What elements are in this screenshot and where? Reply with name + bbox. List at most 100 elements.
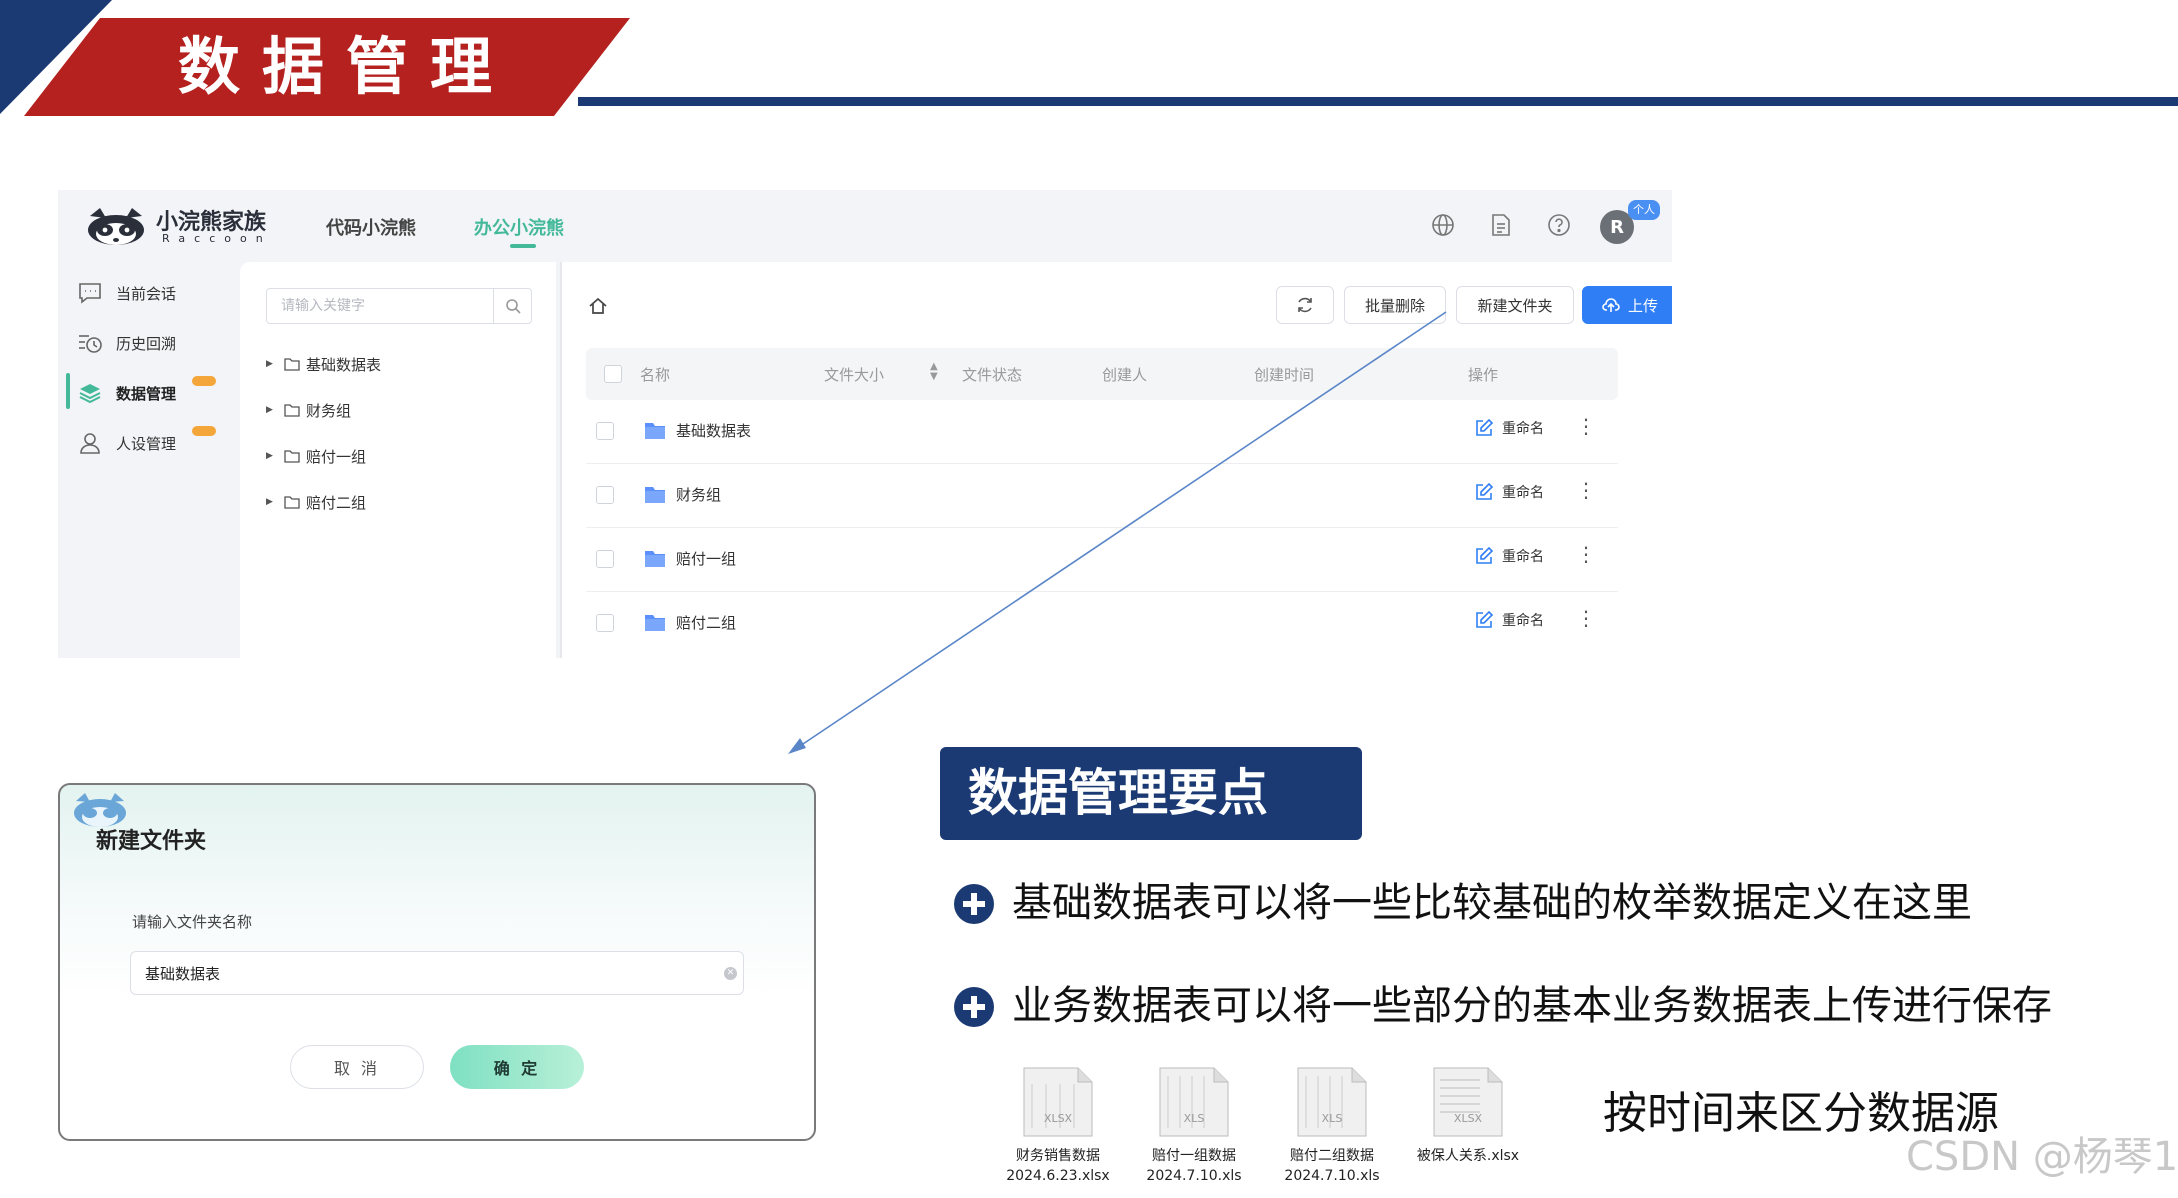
file-ext-label: XLS bbox=[1184, 1112, 1205, 1125]
file-name[interactable]: 基础数据表 bbox=[676, 420, 751, 441]
file-name[interactable]: 赔付一组 bbox=[676, 548, 736, 569]
edit-icon bbox=[1476, 546, 1494, 564]
row-checkbox[interactable] bbox=[596, 422, 614, 440]
confirm-button[interactable]: 确 定 bbox=[450, 1045, 584, 1089]
rename-button[interactable]: 重命名 bbox=[1474, 482, 1544, 502]
layers-icon bbox=[76, 379, 104, 407]
batch-delete-button[interactable]: 批量删除 bbox=[1344, 286, 1446, 324]
rename-label: 重命名 bbox=[1502, 613, 1544, 629]
table-row[interactable]: 财务组 重命名 ⋮ bbox=[586, 464, 1618, 528]
rename-label: 重命名 bbox=[1502, 549, 1544, 565]
file-list-panel: 批量删除 新建文件夹 上传 名称 文件大小 ▲ ▼ 文件状态 创建人 创建时间 操… bbox=[562, 262, 1672, 658]
new-folder-button[interactable]: 新建文件夹 bbox=[1456, 286, 1574, 324]
table-row[interactable]: 赔付一组 重命名 ⋮ bbox=[586, 528, 1618, 592]
rename-label: 重命名 bbox=[1502, 485, 1544, 501]
watermark: CSDN @杨琴1 bbox=[1906, 1134, 2178, 1180]
bullet-text: 基础数据表可以将一些比较基础的枚举数据定义在这里 bbox=[1012, 880, 1972, 926]
home-icon[interactable] bbox=[588, 296, 608, 316]
folder-outline-icon bbox=[284, 358, 300, 371]
plus-circle-icon bbox=[954, 884, 994, 924]
app-topbar: 小浣熊家族 Raccoon 代码小浣熊 办公小浣熊 R 个人 bbox=[58, 190, 1672, 262]
caret-right-icon: ▶ bbox=[266, 451, 273, 461]
new-badge bbox=[192, 426, 216, 436]
file-caption: 被保人关系.xlsx bbox=[1388, 1146, 1548, 1166]
folder-icon bbox=[645, 615, 665, 631]
upload-button[interactable]: 上传 bbox=[1582, 286, 1672, 324]
edit-icon bbox=[1476, 482, 1494, 500]
tree-item-label: 财务组 bbox=[306, 401, 352, 420]
tree-item[interactable]: ▶ 财务组 bbox=[266, 398, 351, 422]
file-ext-label: XLS bbox=[1322, 1112, 1343, 1125]
refresh-icon bbox=[1298, 297, 1312, 313]
tab-office-raccoon[interactable]: 办公小浣熊 bbox=[474, 214, 564, 240]
folder-outline-icon bbox=[284, 496, 300, 509]
file-name[interactable]: 赔付二组 bbox=[676, 612, 736, 633]
caret-right-icon: ▶ bbox=[266, 359, 273, 369]
tree-item[interactable]: ▶ 基础数据表 bbox=[266, 352, 381, 376]
column-header: 操作 bbox=[1468, 366, 1499, 384]
new-folder-dialog: 新建文件夹 请输入文件夹名称 ✕ 取 消 确 定 bbox=[58, 783, 816, 1141]
globe-icon[interactable] bbox=[1430, 212, 1456, 238]
sidebar-item-label: 数据管理 bbox=[116, 384, 177, 403]
caret-right-icon: ▶ bbox=[266, 497, 273, 507]
edit-icon bbox=[1476, 418, 1494, 436]
sidebar-item-label: 历史回溯 bbox=[116, 334, 177, 353]
folder-outline-icon bbox=[284, 404, 300, 417]
sort-icon[interactable]: ▲ ▼ bbox=[930, 362, 938, 382]
excel-file-icon: XLS bbox=[1159, 1067, 1229, 1137]
file-ext-label: XLSX bbox=[1044, 1112, 1073, 1125]
table-header: 名称 文件大小 ▲ ▼ 文件状态 创建人 创建时间 操作 bbox=[586, 348, 1618, 400]
help-icon[interactable] bbox=[1546, 212, 1572, 238]
active-tab-indicator bbox=[510, 244, 536, 248]
table-row[interactable]: 基础数据表 重命名 ⋮ bbox=[586, 400, 1618, 464]
app-screenshot: 小浣熊家族 Raccoon 代码小浣熊 办公小浣熊 R 个人 当前会话 历史回溯… bbox=[58, 190, 1672, 658]
new-badge bbox=[192, 376, 216, 386]
file-caption-file: 2024.7.10.xls bbox=[1284, 1168, 1380, 1184]
search-input[interactable] bbox=[267, 289, 493, 323]
file-name[interactable]: 财务组 bbox=[676, 484, 721, 505]
tree-item[interactable]: ▶ 赔付一组 bbox=[266, 444, 366, 468]
column-header: 文件状态 bbox=[962, 366, 1023, 384]
upload-label: 上传 bbox=[1627, 296, 1658, 315]
table-row[interactable]: 赔付二组 重命名 ⋮ bbox=[586, 592, 1618, 656]
sidebar-item-current-session[interactable]: 当前会话 bbox=[76, 276, 236, 310]
chat-icon bbox=[76, 279, 104, 307]
more-vertical-icon[interactable]: ⋮ bbox=[1576, 480, 1596, 500]
rename-label: 重命名 bbox=[1502, 421, 1544, 437]
refresh-button[interactable] bbox=[1276, 286, 1334, 324]
tree-item[interactable]: ▶ 赔付二组 bbox=[266, 490, 366, 514]
cancel-button[interactable]: 取 消 bbox=[290, 1045, 424, 1089]
column-header: 创建时间 bbox=[1254, 366, 1315, 384]
row-checkbox[interactable] bbox=[596, 614, 614, 632]
folder-outline-icon bbox=[284, 450, 300, 463]
search-icon bbox=[505, 299, 521, 314]
row-checkbox[interactable] bbox=[596, 550, 614, 568]
rename-button[interactable]: 重命名 bbox=[1474, 418, 1544, 438]
select-all-checkbox[interactable] bbox=[604, 365, 622, 383]
tree-item-label: 基础数据表 bbox=[306, 355, 382, 374]
more-vertical-icon[interactable]: ⋮ bbox=[1576, 608, 1596, 628]
clear-input-icon[interactable]: ✕ bbox=[724, 967, 737, 980]
more-vertical-icon[interactable]: ⋮ bbox=[1576, 544, 1596, 564]
edit-icon bbox=[1476, 610, 1494, 628]
rename-button[interactable]: 重命名 bbox=[1474, 546, 1544, 566]
brand-subtitle: Raccoon bbox=[162, 232, 272, 245]
column-header: 创建人 bbox=[1102, 366, 1148, 384]
tab-code-raccoon[interactable]: 代码小浣熊 bbox=[326, 214, 416, 240]
sidebar-item-history[interactable]: 历史回溯 bbox=[76, 326, 236, 360]
rename-button[interactable]: 重命名 bbox=[1474, 610, 1544, 630]
raccoon-logo-icon bbox=[88, 208, 144, 245]
dialog-title: 新建文件夹 bbox=[96, 829, 207, 854]
more-vertical-icon[interactable]: ⋮ bbox=[1576, 416, 1596, 436]
excel-file-icon: XLSX bbox=[1433, 1067, 1503, 1137]
column-header: 名称 bbox=[640, 366, 671, 384]
folder-name-input[interactable] bbox=[130, 951, 744, 995]
cloud-upload-icon bbox=[1602, 298, 1620, 312]
document-icon[interactable] bbox=[1488, 212, 1514, 238]
row-checkbox[interactable] bbox=[596, 486, 614, 504]
sidebar-item-label: 人设管理 bbox=[116, 434, 177, 453]
bullet-text: 业务数据表可以将一些部分的基本业务数据表上传进行保存 bbox=[1012, 983, 2052, 1029]
sidebar-active-indicator bbox=[66, 373, 70, 409]
search-button[interactable] bbox=[493, 289, 531, 323]
file-caption: 赔付一组数据 2024.7.10.xls bbox=[1114, 1146, 1274, 1186]
